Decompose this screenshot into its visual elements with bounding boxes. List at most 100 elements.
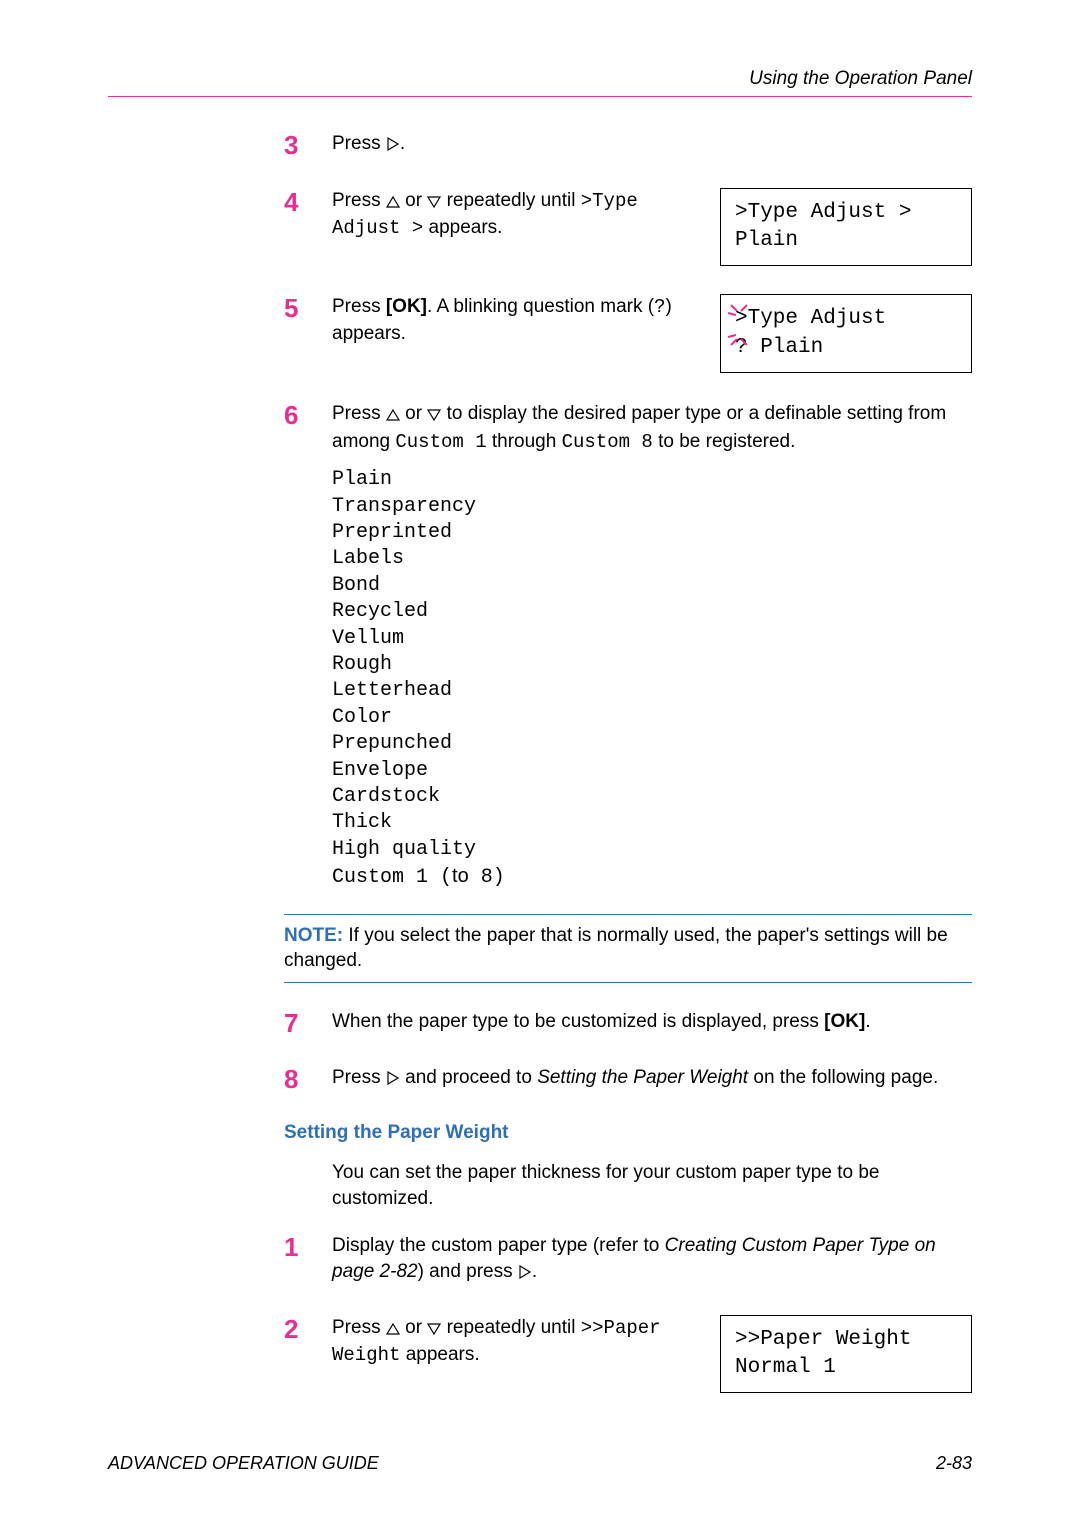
text: repeatedly until bbox=[441, 1317, 580, 1338]
subheading: Setting the Paper Weight bbox=[284, 1122, 972, 1144]
note-block: NOTE: If you select the paper that is no… bbox=[284, 914, 972, 983]
step-body: Press or to display the desired paper ty… bbox=[332, 401, 972, 455]
note-label: NOTE: bbox=[284, 925, 343, 946]
up-triangle-icon bbox=[386, 190, 400, 216]
down-triangle-icon bbox=[427, 403, 441, 429]
text: to be registered. bbox=[653, 431, 796, 452]
text: through bbox=[487, 431, 562, 452]
list-item: Bond bbox=[332, 573, 972, 599]
step-3: 3 Press . bbox=[284, 131, 972, 160]
text: . A blinking question mark ( bbox=[427, 296, 654, 317]
list-item: Thick bbox=[332, 810, 972, 836]
text: Press bbox=[332, 190, 386, 211]
list-item: Envelope bbox=[332, 758, 972, 784]
text: Press bbox=[332, 133, 386, 154]
running-header: Using the Operation Panel bbox=[108, 68, 972, 90]
text: or bbox=[400, 1317, 427, 1338]
text: . bbox=[400, 133, 405, 154]
step-8: 8 Press and proceed to Setting the Paper… bbox=[284, 1065, 972, 1094]
sub-text: You can set the paper thickness for your… bbox=[332, 1160, 972, 1211]
text: Press bbox=[332, 296, 386, 317]
step-7: 7 When the paper type to be customized i… bbox=[284, 1009, 972, 1038]
step-6: 6 Press or to display the desired paper … bbox=[284, 401, 972, 455]
up-triangle-icon bbox=[386, 1317, 400, 1343]
list-item: Vellum bbox=[332, 626, 972, 652]
text: and proceed to bbox=[400, 1067, 537, 1088]
list-item: Prepunched bbox=[332, 731, 972, 757]
step-text: Press or repeatedly until >>Paper Weight… bbox=[332, 1315, 696, 1369]
code: Custom 1 bbox=[395, 431, 486, 453]
up-triangle-icon bbox=[386, 403, 400, 429]
lcd-line: Plain bbox=[735, 227, 957, 255]
list-item: Color bbox=[332, 705, 972, 731]
list-item: Transparency bbox=[332, 494, 972, 520]
step-body: Press [OK]. A blinking question mark (?)… bbox=[332, 294, 972, 373]
lcd-line: >Type Adjust bbox=[735, 305, 957, 333]
code: 8) bbox=[469, 866, 505, 889]
list-item: Cardstock bbox=[332, 784, 972, 810]
text: or bbox=[400, 190, 427, 211]
list-item: Letterhead bbox=[332, 678, 972, 704]
step-number: 5 bbox=[284, 294, 332, 323]
text: to bbox=[452, 865, 469, 887]
step-body: When the paper type to be customized is … bbox=[332, 1009, 972, 1035]
right-triangle-icon bbox=[386, 133, 400, 159]
text: Press bbox=[332, 403, 386, 424]
blink-marks-icon bbox=[729, 301, 753, 347]
lcd-display-blinking: >Type Adjust ? Plain bbox=[720, 294, 972, 373]
step-5: 5 Press [OK]. A blinking question mark (… bbox=[284, 294, 972, 373]
step-c2: 2 Press or repeatedly until >>Paper Weig… bbox=[284, 1315, 972, 1394]
step-body: Press . bbox=[332, 131, 972, 159]
step-body: Press or repeatedly until >Type Adjust >… bbox=[332, 188, 972, 267]
step-number: 8 bbox=[284, 1065, 332, 1094]
ok-key: [OK] bbox=[824, 1011, 865, 1032]
step-number: 1 bbox=[284, 1233, 332, 1262]
text: Press bbox=[332, 1317, 386, 1338]
header-rule bbox=[108, 96, 972, 97]
step-body: Press or repeatedly until >>Paper Weight… bbox=[332, 1315, 972, 1394]
list-item: Recycled bbox=[332, 599, 972, 625]
code: Custom 8 bbox=[562, 431, 653, 453]
footer-left: ADVANCED OPERATION GUIDE bbox=[108, 1453, 379, 1474]
text: or bbox=[400, 403, 427, 424]
down-triangle-icon bbox=[427, 190, 441, 216]
step-number: 4 bbox=[284, 188, 332, 217]
text: on the following page. bbox=[748, 1067, 938, 1088]
text: Press bbox=[332, 1067, 386, 1088]
right-triangle-icon bbox=[518, 1261, 532, 1287]
lcd-line: >Type Adjust > bbox=[735, 199, 957, 227]
down-triangle-icon bbox=[427, 1317, 441, 1343]
text: When the paper type to be customized is … bbox=[332, 1011, 824, 1032]
step-body: Press and proceed to Setting the Paper W… bbox=[332, 1065, 972, 1093]
text: appears. bbox=[400, 1344, 479, 1365]
step-number: 6 bbox=[284, 401, 332, 430]
lcd-line: >>Paper Weight bbox=[735, 1326, 957, 1354]
page: Using the Operation Panel 3 Press . 4 Pr… bbox=[0, 0, 1080, 1528]
text: . bbox=[865, 1011, 870, 1032]
list-item: Plain bbox=[332, 467, 972, 493]
step-text: Press [OK]. A blinking question mark (?)… bbox=[332, 294, 696, 346]
lcd-display: >>Paper Weight Normal 1 bbox=[720, 1315, 972, 1394]
footer: ADVANCED OPERATION GUIDE 2-83 bbox=[108, 1453, 972, 1474]
right-triangle-icon bbox=[386, 1067, 400, 1093]
list-item: Labels bbox=[332, 546, 972, 572]
list-item: Custom 1 (to 8) bbox=[332, 863, 972, 891]
text: Display the custom paper type (refer to bbox=[332, 1235, 665, 1256]
code: ? bbox=[654, 296, 665, 318]
lcd-line: ? Plain bbox=[735, 334, 957, 362]
lcd-display: >Type Adjust > Plain bbox=[720, 188, 972, 267]
step-text: Press or repeatedly until >Type Adjust >… bbox=[332, 188, 696, 242]
text: appears. bbox=[423, 217, 502, 238]
step-number: 7 bbox=[284, 1009, 332, 1038]
step-4: 4 Press or repeatedly until >Type Adjust… bbox=[284, 188, 972, 267]
text: ) and press bbox=[418, 1261, 518, 1282]
text: . bbox=[532, 1261, 537, 1282]
note-rule-bottom bbox=[284, 982, 972, 983]
ok-key: [OK] bbox=[386, 296, 427, 317]
content-area: 3 Press . 4 Press or repeatedly until >T… bbox=[284, 131, 972, 1393]
note-text: If you select the paper that is normally… bbox=[284, 925, 948, 972]
text: repeatedly until bbox=[441, 190, 580, 211]
step-number: 2 bbox=[284, 1315, 332, 1344]
cross-ref: Setting the Paper Weight bbox=[537, 1067, 748, 1088]
code: Custom 1 ( bbox=[332, 866, 452, 889]
